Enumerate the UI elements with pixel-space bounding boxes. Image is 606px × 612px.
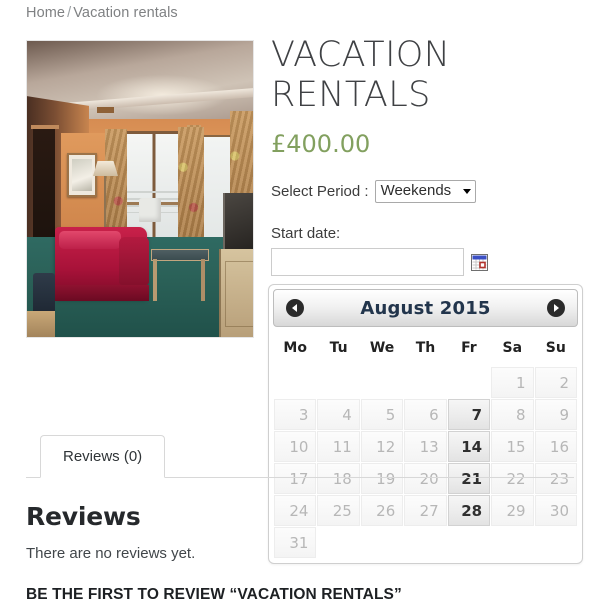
datepicker-weekday-fr: Fr xyxy=(461,340,477,356)
datepicker-week-row: 12 xyxy=(274,367,577,398)
datepicker-cell: 4 xyxy=(317,399,360,430)
datepicker-cell xyxy=(448,367,490,398)
datepicker-cell xyxy=(274,367,316,398)
datepicker-weekday-mo: Mo xyxy=(283,340,307,356)
hotel-room-photo xyxy=(27,41,253,337)
photo-framed-picture xyxy=(67,153,97,197)
breadcrumb-current: Vacation rentals xyxy=(73,5,178,21)
chevron-right-icon[interactable] xyxy=(547,299,565,317)
datepicker-cell: 5 xyxy=(360,399,404,430)
breadcrumb: Home / Vacation rentals xyxy=(26,5,178,21)
tab-reviews[interactable]: Reviews (0) xyxy=(40,435,166,478)
datepicker-weekday-su: Su xyxy=(545,340,566,356)
photo-sofa-cushions xyxy=(59,231,121,249)
datepicker-weekday-we: We xyxy=(369,340,395,356)
photo-television xyxy=(223,193,253,249)
calendar-icon[interactable] xyxy=(471,253,488,271)
reviews-heading: Reviews xyxy=(26,502,141,531)
start-date-input[interactable] xyxy=(271,248,464,277)
datepicker-weekday-header-row: Mo Tu We Th Fr Sa Su xyxy=(274,332,577,366)
breadcrumb-home-link[interactable]: Home xyxy=(26,5,65,21)
datepicker-weekday-th: Th xyxy=(415,340,436,356)
start-date-row xyxy=(271,248,601,277)
datepicker-day-7[interactable]: 7 xyxy=(447,399,491,430)
photo-cabinet xyxy=(219,249,253,337)
datepicker-day-empty xyxy=(361,367,403,398)
datepicker-cell xyxy=(404,367,446,398)
chevron-left-icon[interactable] xyxy=(286,299,304,317)
datepicker-cell xyxy=(361,367,403,398)
datepicker-cell: 9 xyxy=(534,399,577,430)
datepicker-cell[interactable]: 7 xyxy=(447,399,491,430)
datepicker-cell xyxy=(317,367,359,398)
datepicker-day-empty xyxy=(404,367,446,398)
tabs-bar: Reviews (0) xyxy=(26,432,574,478)
datepicker-cell: 8 xyxy=(491,399,534,430)
photo-sofa-arm xyxy=(119,237,149,285)
datepicker-day-6: 6 xyxy=(404,399,447,430)
datepicker-cell: 2 xyxy=(534,367,577,398)
datepicker-day-empty xyxy=(274,367,316,398)
photo-wall-vent xyxy=(97,107,114,113)
photo-table-leg-left xyxy=(153,259,157,301)
select-period-row: Select Period : Weekends xyxy=(271,179,601,204)
datepicker-day-empty xyxy=(317,367,359,398)
datepicker-day-9: 9 xyxy=(534,399,577,430)
select-period-label: Select Period : xyxy=(271,183,369,201)
datepicker-cell: 1 xyxy=(491,367,534,398)
datepicker-day-2: 2 xyxy=(534,367,577,398)
photo-table-leg-right xyxy=(201,259,205,301)
datepicker-header: August 2015 xyxy=(273,289,578,327)
datepicker-cell: 3 xyxy=(274,399,317,430)
datepicker-day-8: 8 xyxy=(491,399,534,430)
datepicker-day-4: 4 xyxy=(317,399,360,430)
chevron-down-icon xyxy=(463,188,472,194)
photo-sofa-skirt xyxy=(55,285,149,301)
datepicker-cell: 6 xyxy=(404,399,447,430)
select-period-dropdown[interactable]: Weekends xyxy=(374,179,477,204)
product-summary: VACATION RENTALS £400.00 Select Period :… xyxy=(271,35,601,277)
datepicker-day-empty xyxy=(448,367,490,398)
breadcrumb-separator: / xyxy=(67,5,72,21)
product-image[interactable] xyxy=(26,40,254,338)
datepicker-day-5: 5 xyxy=(360,399,404,430)
photo-side-table xyxy=(27,311,55,337)
photo-balcony-chair xyxy=(139,198,161,222)
datepicker-weekday-sa: Sa xyxy=(502,340,523,356)
datepicker-week-row: 3456789 xyxy=(274,399,577,430)
tab-reviews-label: Reviews (0) xyxy=(63,448,143,465)
page-title: VACATION RENTALS xyxy=(271,35,451,115)
start-date-label: Start date: xyxy=(271,225,341,243)
datepicker-weekday-tu: Tu xyxy=(329,340,348,356)
product-price: £400.00 xyxy=(271,129,371,158)
datepicker-day-1: 1 xyxy=(491,367,534,398)
no-reviews-text: There are no reviews yet. xyxy=(26,545,196,562)
product-tabs-section: Reviews (0) Reviews There are no reviews… xyxy=(26,432,574,604)
be-first-review-heading: BE THE FIRST TO REVIEW “VACATION RENTALS… xyxy=(26,586,402,603)
select-period-value: Weekends xyxy=(380,181,452,199)
datepicker-month-year: August 2015 xyxy=(360,297,491,319)
datepicker-day-3: 3 xyxy=(274,399,317,430)
